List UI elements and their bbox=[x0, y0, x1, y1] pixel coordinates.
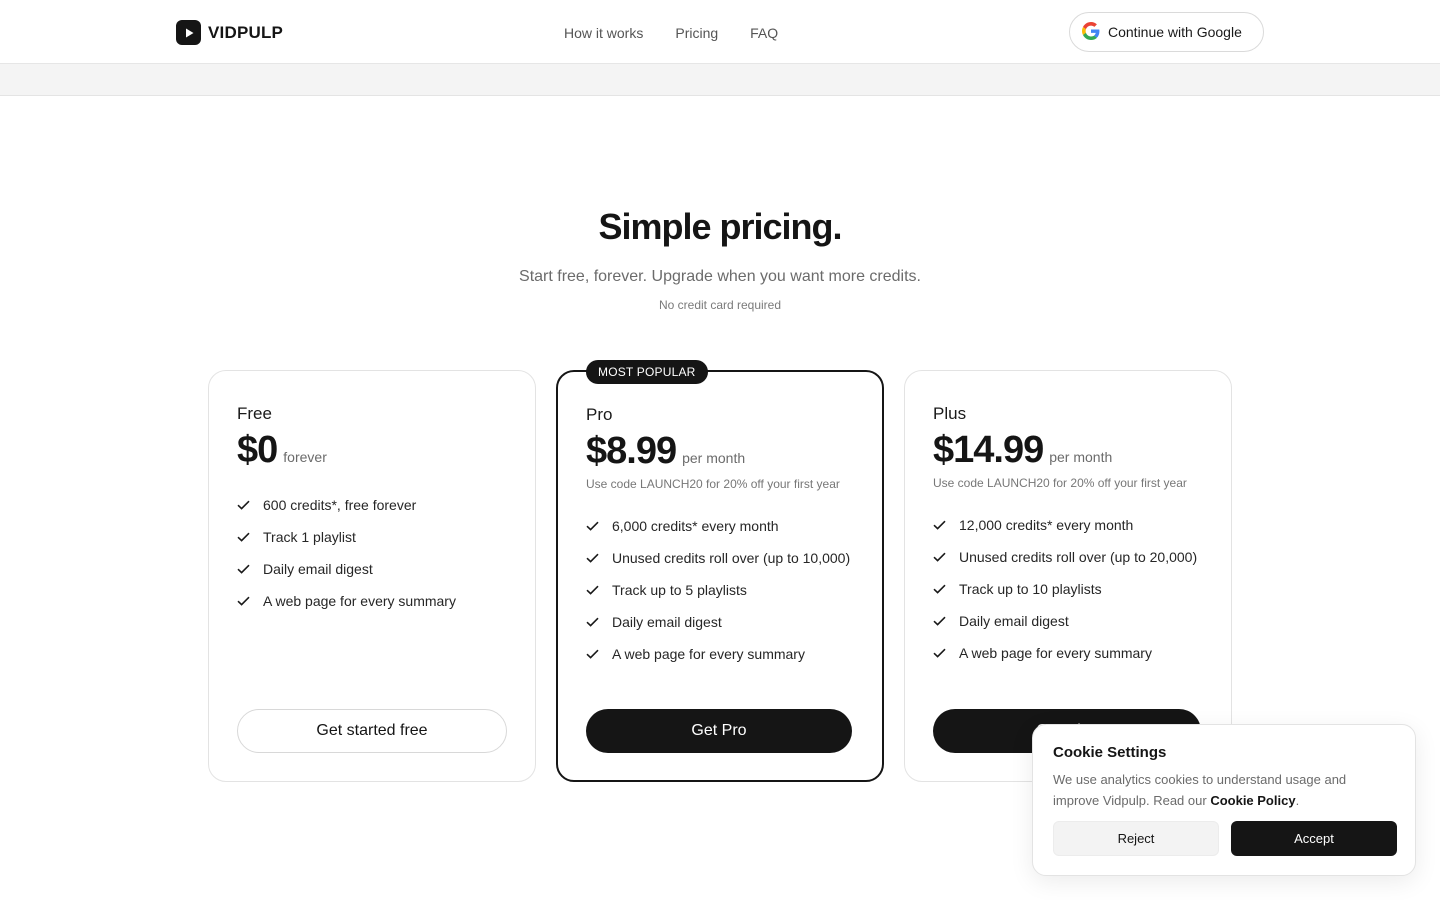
promo-code-note: Use code LAUNCH20 for 20% off your first… bbox=[933, 476, 1187, 490]
price-row: $14.99 per month bbox=[933, 429, 1112, 472]
cookie-description: We use analytics cookies to understand u… bbox=[1053, 772, 1347, 808]
plan-price: $0 bbox=[237, 429, 278, 471]
plan-card-plus: Plus $14.99 per month Use code LAUNCH20 … bbox=[904, 370, 1232, 782]
play-icon bbox=[176, 20, 201, 45]
feature-item: Track up to 5 playlists bbox=[586, 580, 866, 600]
check-icon bbox=[933, 643, 947, 663]
nav-faq[interactable]: FAQ bbox=[734, 22, 794, 44]
reject-cookies-button[interactable]: Reject bbox=[1053, 821, 1219, 856]
check-icon bbox=[933, 515, 947, 535]
check-icon bbox=[933, 547, 947, 567]
google-button-label: Continue with Google bbox=[1108, 24, 1242, 40]
accept-cookies-button[interactable]: Accept bbox=[1231, 821, 1397, 856]
most-popular-badge: MOST POPULAR bbox=[586, 360, 708, 384]
site-header: VIDPULP How it works Pricing FAQ Continu… bbox=[0, 0, 1440, 64]
check-icon bbox=[237, 559, 251, 579]
cookie-title: Cookie Settings bbox=[1053, 744, 1167, 761]
plan-period: forever bbox=[283, 449, 327, 465]
get-pro-button[interactable]: Get Pro bbox=[586, 709, 852, 753]
feature-item: Track 1 playlist bbox=[237, 527, 517, 547]
check-icon bbox=[586, 548, 600, 568]
get-started-free-button[interactable]: Get started free bbox=[237, 709, 507, 753]
google-icon bbox=[1082, 21, 1100, 43]
continue-with-google-button[interactable]: Continue with Google bbox=[1069, 12, 1264, 52]
check-icon bbox=[586, 612, 600, 632]
check-icon bbox=[933, 579, 947, 599]
check-icon bbox=[237, 527, 251, 547]
check-icon bbox=[586, 580, 600, 600]
feature-item: Unused credits roll over (up to 10,000) bbox=[586, 548, 866, 568]
plan-period: per month bbox=[682, 450, 746, 466]
brand-logo[interactable]: VIDPULP bbox=[176, 20, 283, 45]
plan-card-free: Free $0 forever 600 credits*, free forev… bbox=[208, 370, 536, 782]
promo-code-note: Use code LAUNCH20 for 20% off your first… bbox=[586, 477, 840, 491]
feature-item: A web page for every summary bbox=[237, 591, 517, 611]
cookie-settings-dialog: Cookie Settings We use analytics cookies… bbox=[1032, 724, 1416, 876]
no-credit-card-note: No credit card required bbox=[658, 298, 782, 312]
plan-name: Plus bbox=[933, 404, 967, 423]
check-icon bbox=[586, 516, 600, 536]
cookie-actions: Reject Accept bbox=[1053, 821, 1397, 856]
nav-how-it-works[interactable]: How it works bbox=[548, 22, 659, 44]
plan-name: Free bbox=[237, 404, 272, 423]
feature-list: 600 credits*, free forever Track 1 playl… bbox=[237, 495, 517, 623]
sub-header-bar bbox=[0, 64, 1440, 96]
price-row: $8.99 per month bbox=[586, 430, 745, 473]
main-nav: How it works Pricing FAQ bbox=[548, 22, 794, 44]
check-icon bbox=[933, 611, 947, 631]
feature-item: Unused credits roll over (up to 20,000) bbox=[933, 547, 1213, 567]
feature-item: A web page for every summary bbox=[933, 643, 1213, 663]
page-subtitle: Start free, forever. Upgrade when you wa… bbox=[519, 268, 921, 285]
brand-name: VIDPULP bbox=[208, 22, 284, 42]
feature-item: 12,000 credits* every month bbox=[933, 515, 1213, 535]
page-title: Simple pricing. bbox=[598, 206, 842, 247]
feature-list: 12,000 credits* every month Unused credi… bbox=[933, 515, 1213, 675]
cookie-policy-link[interactable]: Cookie Policy bbox=[1210, 793, 1295, 808]
nav-pricing[interactable]: Pricing bbox=[659, 22, 734, 44]
check-icon bbox=[237, 591, 251, 611]
plan-price: $8.99 bbox=[586, 430, 677, 472]
feature-item: Daily email digest bbox=[586, 612, 866, 632]
feature-item: Track up to 10 playlists bbox=[933, 579, 1213, 599]
feature-list: 6,000 credits* every month Unused credit… bbox=[586, 516, 866, 676]
feature-item: Daily email digest bbox=[237, 559, 517, 579]
plan-period: per month bbox=[1049, 449, 1113, 465]
feature-item: 600 credits*, free forever bbox=[237, 495, 517, 515]
check-icon bbox=[237, 495, 251, 515]
feature-item: 6,000 credits* every month bbox=[586, 516, 866, 536]
feature-item: A web page for every summary bbox=[586, 644, 866, 664]
plan-name: Pro bbox=[586, 405, 613, 424]
plan-card-pro: MOST POPULAR Pro $8.99 per month Use cod… bbox=[556, 360, 884, 782]
price-row: $0 forever bbox=[237, 429, 327, 472]
feature-item: Daily email digest bbox=[933, 611, 1213, 631]
plan-price: $14.99 bbox=[933, 429, 1044, 471]
check-icon bbox=[586, 644, 600, 664]
